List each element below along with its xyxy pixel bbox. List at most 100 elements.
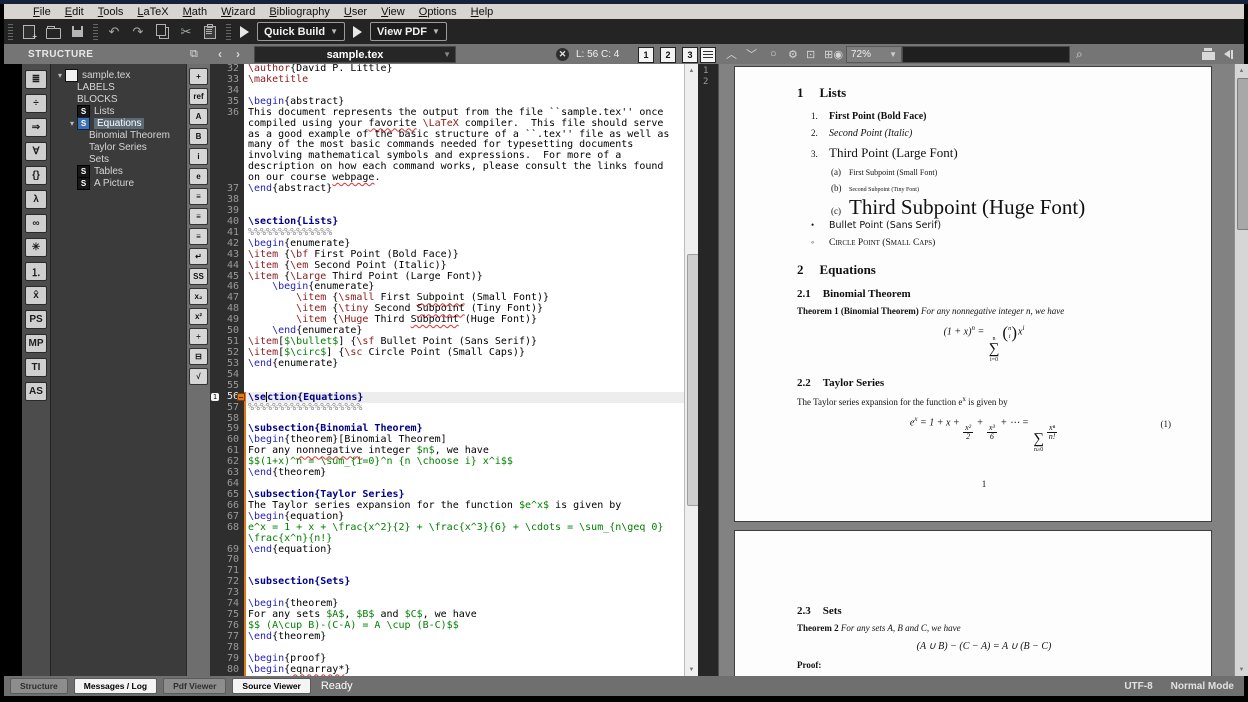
code-line-57[interactable]: 57%%%%%%%%%%%%%%%%%%%: [210, 403, 684, 414]
menu-help[interactable]: Help: [464, 6, 501, 18]
structure-item-blocks[interactable]: BLOCKS: [51, 93, 186, 105]
menu-options[interactable]: Options: [412, 6, 464, 18]
structure-item-tables[interactable]: STables: [51, 165, 186, 177]
math-operators-tab[interactable]: ÷: [25, 94, 47, 113]
grid-page-mode-button[interactable]: 3: [682, 47, 698, 63]
code-line-72[interactable]: 72\subsection{Sets}: [210, 577, 684, 588]
view-run-icon[interactable]: [353, 26, 362, 38]
structure-item-sample-tex[interactable]: ▾sample.tex: [51, 69, 186, 81]
tree-expand-arrow[interactable]: ▾: [67, 119, 77, 128]
page-list-entry[interactable]: 1: [703, 66, 718, 77]
next-page-button[interactable]: ﹀: [746, 44, 757, 64]
insert-ref-button[interactable]: ref: [189, 88, 208, 105]
menu-view[interactable]: View: [374, 6, 412, 18]
superscript-button[interactable]: x²: [189, 308, 208, 325]
structure-item-taylor-series[interactable]: Taylor Series: [51, 141, 186, 153]
code-line-54[interactable]: 54: [210, 370, 684, 381]
align-right-button[interactable]: ≡: [189, 228, 208, 245]
code-line-55[interactable]: 55: [210, 381, 684, 392]
metapost-tab[interactable]: MP: [25, 334, 47, 353]
redo-button[interactable]: ↷: [127, 23, 149, 41]
open-file-button[interactable]: [42, 23, 64, 41]
original-size-icon[interactable]: ○: [770, 44, 777, 64]
code-line-53[interactable]: 53\end{enumerate}: [210, 359, 684, 370]
zoom-settings-icon[interactable]: ⚙: [788, 44, 798, 64]
paste-button[interactable]: [199, 23, 221, 41]
next-document-button[interactable]: ›: [236, 44, 240, 64]
tipa-tab[interactable]: TI: [25, 358, 47, 377]
dfrac-button[interactable]: ⊟: [189, 348, 208, 365]
page-list-entry[interactable]: 2: [703, 77, 718, 88]
newline-button[interactable]: ↵: [189, 248, 208, 265]
previous-document-button[interactable]: ‹: [218, 44, 222, 64]
structure-item-sets[interactable]: Sets: [51, 153, 186, 165]
save-file-button[interactable]: [66, 23, 88, 41]
encoding-indicator[interactable]: UTF-8: [1124, 681, 1152, 692]
pdf-scrollbar-thumb[interactable]: [1237, 78, 1248, 230]
scroll-up-icon[interactable]: ▲: [1236, 65, 1247, 76]
view-pdf-button[interactable]: View PDF ▼: [370, 22, 447, 41]
fold-marker[interactable]: [237, 393, 245, 401]
align-center-button[interactable]: ≡: [189, 208, 208, 225]
delimiters-tab[interactable]: {}: [25, 166, 47, 185]
ps-symbols-tab[interactable]: PS: [25, 310, 47, 329]
copy-button[interactable]: [151, 23, 173, 41]
tree-expand-arrow[interactable]: ▾: [55, 71, 65, 80]
detach-panel-icon[interactable]: ⧉: [190, 44, 198, 64]
search-icon[interactable]: ⌕: [1076, 44, 1083, 64]
insert-label-button[interactable]: A: [189, 108, 208, 125]
single-page-mode-button[interactable]: 1: [638, 47, 654, 63]
print-button[interactable]: [1202, 44, 1215, 64]
undo-button[interactable]: ↶: [103, 23, 125, 41]
ams-tab[interactable]: AS: [25, 382, 47, 401]
fraction-button[interactable]: ÷: [189, 328, 208, 345]
pdf-search-input[interactable]: [902, 46, 1070, 63]
arrows-tab[interactable]: ⇒: [25, 118, 47, 137]
menu-bibliography[interactable]: Bibliography: [262, 6, 337, 18]
italic-button[interactable]: i: [189, 148, 208, 165]
menu-wizard[interactable]: Wizard: [214, 6, 262, 18]
open-file-selector[interactable]: sample.tex ▼: [254, 46, 456, 63]
pdf-scrollbar[interactable]: ▲ ▼: [1234, 64, 1248, 676]
menu-file[interactable]: File: [26, 6, 58, 18]
code-line-37[interactable]: 37\end{abstract}: [210, 184, 684, 195]
pdf-preview-panel[interactable]: 1Lists 1.First Point (Bold Face)2.Second…: [718, 64, 1235, 676]
menu-latex[interactable]: LaTeX: [130, 6, 175, 18]
menu-edit[interactable]: Edit: [58, 6, 91, 18]
scroll-up-icon[interactable]: ▲: [686, 65, 697, 76]
align-left-button[interactable]: ≡: [189, 188, 208, 205]
code-line-77[interactable]: 77\end{theorem}: [210, 632, 684, 643]
code-line-80[interactable]: 80\begin{eqnarray*}: [210, 665, 684, 676]
menu-tools[interactable]: Tools: [91, 6, 131, 18]
sqrt-button[interactable]: √: [189, 368, 208, 385]
quick-build-button[interactable]: Quick Build ▼: [257, 22, 345, 41]
quantifiers-tab[interactable]: ∀: [25, 142, 47, 161]
code-line-69[interactable]: 69\end{equation}: [210, 545, 684, 556]
build-run-icon[interactable]: [240, 26, 249, 38]
mode-indicator[interactable]: Normal Mode: [1171, 681, 1234, 692]
code-line-38[interactable]: 38: [210, 195, 684, 206]
scroll-down-icon[interactable]: ▼: [1236, 664, 1247, 675]
code-line-70[interactable]: 70: [210, 555, 684, 566]
collapse-viewer-icon[interactable]: [1224, 44, 1233, 64]
greek-tab[interactable]: λ: [25, 190, 47, 209]
zoom-level-selector[interactable]: 72% ▼: [846, 46, 902, 63]
statusbar-tab-messages-log[interactable]: Messages / Log: [74, 678, 157, 694]
structure-item-lists[interactable]: SLists: [51, 105, 186, 117]
structure-item-equations[interactable]: ▾SEquations: [51, 117, 186, 129]
source-editor[interactable]: 32\author{David P. Little}33\maketitle34…: [210, 64, 684, 676]
new-file-button[interactable]: +: [18, 23, 40, 41]
page-list-toggle-button[interactable]: [700, 47, 716, 63]
misc-symbols-tab[interactable]: ✳: [25, 238, 47, 257]
fit-width-icon[interactable]: ⊡: [806, 44, 815, 64]
previous-page-button[interactable]: ︿: [726, 44, 737, 64]
presentation-eye-icon[interactable]: ◉: [834, 44, 844, 64]
bold-button[interactable]: B: [189, 128, 208, 145]
misc-math-tab[interactable]: ∞: [25, 214, 47, 233]
accents-tab[interactable]: x̂: [25, 286, 47, 305]
menu-user[interactable]: User: [337, 6, 374, 18]
structure-panel-tab[interactable]: ≣: [25, 70, 47, 89]
code-line-63[interactable]: 63\end{theorem}: [210, 468, 684, 479]
pdf-page-list[interactable]: 12: [698, 64, 718, 676]
editor-scrollbar[interactable]: ▲ ▼: [684, 64, 699, 676]
